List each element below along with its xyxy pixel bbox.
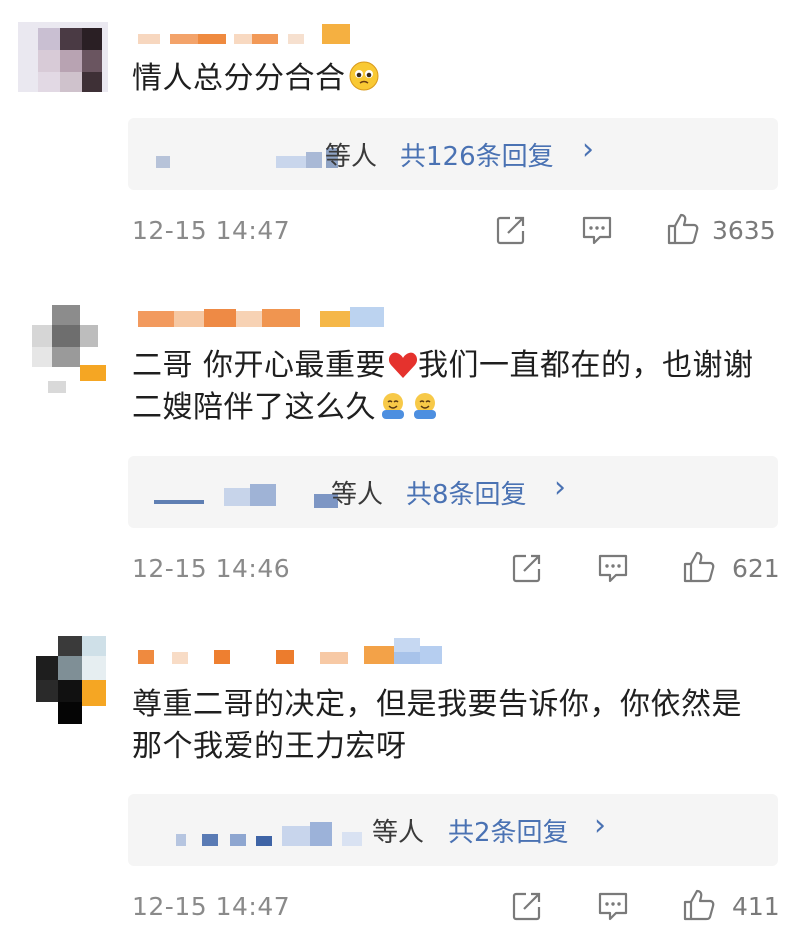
share-icon[interactable] bbox=[510, 889, 544, 923]
reply-count-link[interactable]: 共8条回复 bbox=[406, 474, 527, 511]
comment-icon[interactable] bbox=[596, 551, 630, 585]
share-icon[interactable] bbox=[510, 551, 544, 585]
comment-icon[interactable] bbox=[596, 889, 630, 923]
like-icon[interactable] bbox=[681, 549, 717, 585]
timestamp: 12-15 14:46 bbox=[132, 554, 291, 583]
comment-text: 尊重二哥的决定，但是我要告诉你，你依然是那个我爱的王力宏呀 bbox=[132, 687, 742, 764]
username-blurred[interactable] bbox=[136, 305, 396, 327]
avatar[interactable] bbox=[18, 22, 108, 92]
reply-preview[interactable]: 等人 共2条回复 › bbox=[128, 794, 778, 866]
comment-text: 情人总分分合合 bbox=[132, 58, 772, 100]
username-blurred[interactable] bbox=[136, 24, 436, 46]
reply-preview[interactable]: 等人 共8条回复 › bbox=[128, 456, 778, 528]
timestamp: 12-15 14:47 bbox=[132, 216, 291, 245]
reply-usernames-blurred bbox=[146, 818, 376, 846]
pleading-face-emoji-icon bbox=[348, 60, 380, 92]
username-blurred[interactable] bbox=[136, 638, 456, 664]
avatar[interactable] bbox=[18, 305, 108, 393]
comment-icon[interactable] bbox=[580, 213, 614, 247]
timestamp: 12-15 14:47 bbox=[132, 892, 291, 921]
like-count: 621 bbox=[732, 554, 780, 583]
avatar[interactable] bbox=[18, 636, 108, 724]
chevron-right-icon: › bbox=[582, 132, 594, 167]
hugging-face-emoji-icon bbox=[410, 391, 440, 421]
reply-usernames-blurred bbox=[146, 142, 338, 168]
reply-count-link[interactable]: 共2条回复 bbox=[448, 812, 569, 849]
reply-preview[interactable]: 等人 共126条回复 › bbox=[128, 118, 778, 190]
reply-usernames-blurred bbox=[146, 480, 338, 508]
share-icon[interactable] bbox=[494, 213, 528, 247]
chevron-right-icon: › bbox=[554, 470, 566, 505]
like-icon[interactable] bbox=[681, 887, 717, 923]
hugging-face-emoji-icon bbox=[378, 391, 408, 421]
chevron-right-icon: › bbox=[594, 808, 606, 843]
heart-icon bbox=[388, 351, 418, 379]
like-count: 411 bbox=[732, 892, 780, 921]
reply-count-link[interactable]: 共126条回复 bbox=[400, 136, 554, 173]
like-icon[interactable] bbox=[665, 211, 701, 247]
comment-text: 二哥 你开心最重要 我们一直都在的，也谢谢二嫂陪伴了这么久 bbox=[132, 348, 754, 425]
like-count: 3635 bbox=[712, 216, 776, 245]
